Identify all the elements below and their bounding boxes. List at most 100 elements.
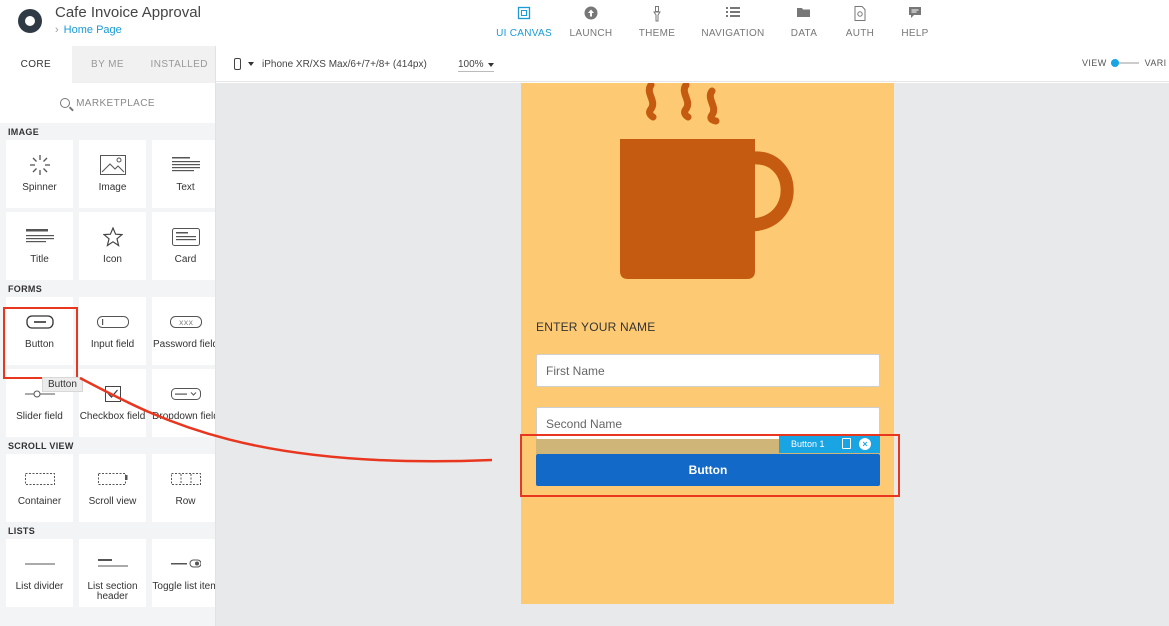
checkbox-icon — [104, 383, 121, 405]
component-list-divider[interactable]: List divider — [6, 539, 73, 607]
toggle-knob — [1110, 59, 1119, 67]
view-label: VIEW — [1082, 58, 1107, 68]
selection-tag[interactable]: Button 1 × — [779, 435, 880, 453]
copy-icon[interactable] — [842, 438, 851, 449]
tab-installed[interactable]: INSTALLED — [143, 46, 215, 83]
enter-name-label: ENTER YOUR NAME — [536, 320, 656, 334]
view-toggle[interactable]: VIEW VARI — [1082, 58, 1167, 68]
tab-label: LAUNCH — [569, 28, 613, 39]
component-card[interactable]: Card — [152, 212, 215, 280]
device-selector[interactable]: iPhone XR/XS Max/6+/7+/8+ (414px) — [234, 58, 427, 70]
canvas-icon — [517, 6, 531, 24]
breadcrumb-page[interactable]: Home Page — [64, 24, 122, 36]
dropdown-icon — [170, 383, 201, 405]
section-title-forms: FORMS — [8, 283, 42, 294]
tab-by-me[interactable]: BY ME — [72, 46, 144, 83]
scroll-view-icon — [97, 468, 128, 490]
title-icon — [25, 226, 54, 248]
component-spinner[interactable]: Spinner — [6, 140, 73, 208]
tab-theme[interactable]: THEME — [624, 0, 690, 46]
component-label: Title — [30, 254, 49, 265]
coffee-mug-image[interactable] — [521, 83, 894, 303]
sidebar-tabs: CORE BY ME INSTALLED — [0, 46, 215, 83]
component-password-field[interactable]: xxx Password field — [152, 297, 216, 365]
component-label: Checkbox field — [79, 411, 146, 422]
component-label: Slider field — [16, 411, 63, 422]
component-title[interactable]: Title — [6, 212, 73, 280]
tab-label: HELP — [901, 28, 929, 39]
list-section-header-icon — [97, 553, 128, 575]
component-icon[interactable]: Icon — [79, 212, 146, 280]
phone-screen[interactable]: ENTER YOUR NAME First Name Second Name B… — [521, 83, 894, 604]
tab-auth[interactable]: AUTH — [832, 0, 888, 46]
caret-down-icon — [248, 62, 254, 66]
navigation-icon — [726, 6, 740, 24]
svg-text:xxx: xxx — [178, 318, 192, 327]
component-label: Button — [25, 339, 54, 350]
section-title-image: IMAGE — [8, 126, 40, 137]
component-dropdown-field[interactable]: Dropdown field — [152, 369, 215, 437]
tab-data[interactable]: DATA — [776, 0, 832, 46]
component-scroll-view[interactable]: Scroll view — [79, 454, 146, 522]
component-toggle-list-item[interactable]: Toggle list item — [152, 539, 216, 607]
tab-ui-canvas[interactable]: UI CANVAS — [490, 0, 558, 46]
card-icon — [171, 226, 200, 248]
component-label: List section header — [87, 581, 138, 602]
component-checkbox-field[interactable]: Checkbox field — [79, 369, 146, 437]
password-field-icon: xxx — [169, 311, 202, 333]
button-icon — [25, 311, 54, 333]
section-title-lists: LISTS — [8, 525, 36, 536]
component-container[interactable]: Container — [6, 454, 73, 522]
tab-launch[interactable]: LAUNCH — [558, 0, 624, 46]
scroll-view-components-grid: Container Scroll view Row — [0, 454, 215, 522]
tab-navigation[interactable]: NAVIGATION — [690, 0, 776, 46]
top-bar: Cafe Invoice Approval › Home Page UI CANV… — [0, 0, 1169, 46]
tab-label: THEME — [638, 28, 676, 39]
input-field-icon — [96, 311, 129, 333]
ui-canvas[interactable]: ENTER YOUR NAME First Name Second Name B… — [216, 83, 1169, 626]
zoom-value: 100% — [458, 59, 484, 70]
component-label: Toggle list item — [152, 581, 216, 592]
star-icon — [102, 226, 123, 248]
component-label: Card — [174, 254, 197, 265]
container-icon — [24, 468, 55, 490]
first-name-field[interactable]: First Name — [536, 354, 880, 387]
component-label: Row — [175, 496, 196, 507]
text-icon — [171, 154, 200, 176]
component-label: Scroll view — [88, 496, 137, 507]
toggle-list-item-icon — [170, 553, 201, 575]
selection-label: Button 1 — [791, 439, 825, 449]
component-input-field[interactable]: Input field — [79, 297, 146, 365]
app-logo-icon[interactable] — [18, 9, 42, 33]
image-icon — [99, 154, 126, 176]
search-icon — [60, 98, 71, 108]
help-icon — [908, 6, 922, 24]
tab-label: AUTH — [845, 28, 875, 39]
component-label: Container — [17, 496, 62, 507]
marketplace-search[interactable]: MARKETPLACE — [0, 83, 215, 123]
tooltip: Button — [42, 377, 83, 392]
component-image[interactable]: Image — [79, 140, 146, 208]
component-button[interactable]: Button — [6, 297, 73, 365]
lists-components-grid: List divider List section header Toggle … — [0, 539, 215, 607]
tab-label: DATA — [790, 28, 818, 39]
component-sidebar: CORE BY ME INSTALLED MARKETPLACE IMAGE S… — [0, 46, 216, 626]
app-title: Cafe Invoice Approval — [55, 4, 201, 21]
component-label: Password field — [152, 339, 216, 350]
component-label: Icon — [103, 254, 122, 265]
component-text[interactable]: Text — [152, 140, 215, 208]
breadcrumb[interactable]: › Home Page — [55, 24, 122, 36]
tab-core[interactable]: CORE — [0, 46, 72, 83]
list-divider-icon — [24, 553, 55, 575]
chevron-right-icon: › — [55, 24, 59, 36]
component-row[interactable]: Row — [152, 454, 215, 522]
component-label: Image — [98, 182, 127, 193]
zoom-selector[interactable]: 100% — [458, 59, 494, 72]
vari-label: VARI — [1144, 58, 1167, 68]
section-title-scroll-view: SCROLL VIEW — [8, 440, 74, 451]
component-list-section-header[interactable]: List section header — [79, 539, 146, 607]
close-icon[interactable]: × — [859, 438, 871, 450]
main-button[interactable]: Button — [536, 454, 880, 486]
tab-help[interactable]: HELP — [888, 0, 942, 46]
toggle-switch[interactable] — [1110, 59, 1139, 67]
